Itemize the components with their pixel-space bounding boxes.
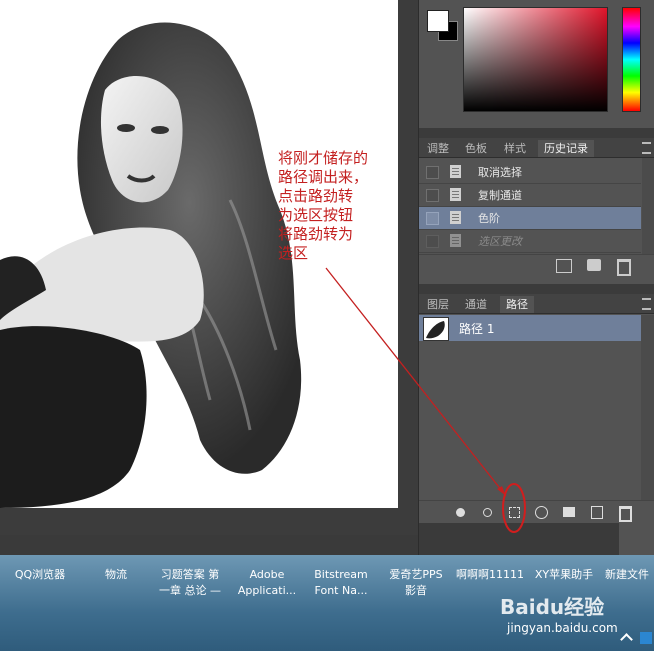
chevron-up-icon[interactable] — [620, 633, 633, 646]
watermark-url: jingyan.baidu.com — [507, 621, 618, 635]
tray-app-icon[interactable] — [640, 632, 652, 644]
desktop-shortcut[interactable]: Bitstream Font Na... — [303, 567, 379, 599]
desktop-shortcut-label: Font Na... — [314, 584, 368, 597]
desktop-shortcut-label: Applicati... — [237, 584, 297, 597]
desktop-shortcut-label: QQ浏览器 — [14, 568, 66, 581]
desktop-shortcut-label: 一章 总论 — — [159, 584, 221, 597]
desktop-shortcut[interactable]: QQ浏览器 — [2, 567, 78, 583]
baidu-watermark-logo: Baidu经验 — [500, 595, 605, 619]
desktop-shortcut[interactable]: 新建文件 — [600, 567, 654, 583]
desktop-shortcut-label: 啊啊啊11111 — [456, 568, 524, 581]
desktop-shortcut-label: Bitstream — [314, 568, 368, 581]
desktop-shortcut-label: 物流 — [105, 568, 127, 581]
desktop-shortcut[interactable]: 物流 — [78, 567, 154, 583]
annotation-overlay — [325, 267, 526, 533]
desktop-shortcut-label: Adobe — [249, 568, 285, 581]
desktop-shortcut-label: 新建文件 — [605, 568, 649, 581]
foreground-swatch-top[interactable] — [427, 10, 449, 32]
desktop-shortcut-label: XY苹果助手 — [534, 568, 594, 581]
desktop-taskbar: QQ浏览器 物流 习题答案 第 一章 总论 — Adobe Applicati.… — [0, 555, 654, 651]
desktop-shortcut-label: 习题答案 第 — [160, 568, 220, 581]
desktop-shortcut-label: 爱奇艺PPS — [389, 568, 443, 581]
desktop-shortcut[interactable]: XY苹果助手 — [526, 567, 602, 583]
desktop-shortcut[interactable]: 啊啊啊11111 — [452, 567, 528, 583]
desktop-shortcut[interactable]: 习题答案 第 一章 总论 — — [152, 567, 228, 599]
annotation-arrow — [325, 267, 507, 497]
desktop-shortcut[interactable]: 爱奇艺PPS 影音 — [378, 567, 454, 599]
desktop-shortcut-label: 影音 — [405, 584, 427, 597]
highlight-circle — [502, 483, 526, 533]
desktop-shortcut[interactable]: Adobe Applicati... — [229, 567, 305, 599]
